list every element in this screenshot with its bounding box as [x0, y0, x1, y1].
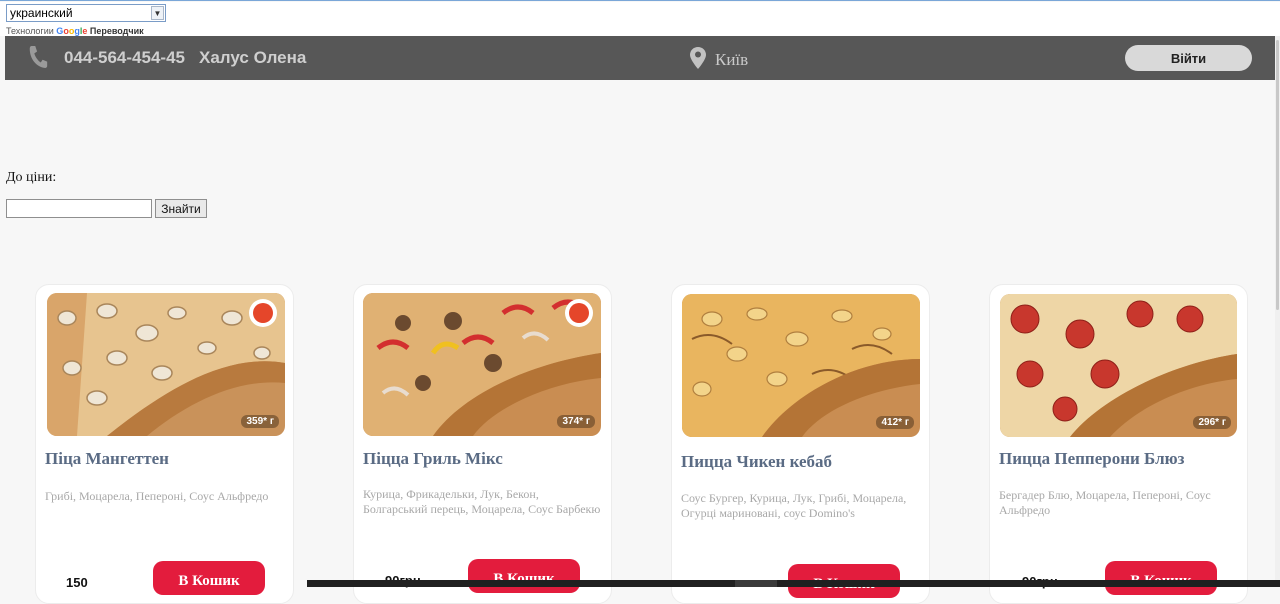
- promo-badge-icon: [249, 299, 277, 327]
- city-selector[interactable]: Київ: [715, 50, 748, 70]
- product-description: Бергадер Блю, Моцарела, Пепероні, Соус А…: [999, 488, 1211, 517]
- product-title[interactable]: Піца Мангеттен: [45, 449, 169, 469]
- price-filter-input[interactable]: [6, 199, 152, 218]
- product-description: Грибі, Моцарела, Пепероні, Соус Альфредо: [45, 489, 269, 503]
- weight-badge: 374* г: [557, 415, 595, 428]
- promo-badge-icon: [565, 299, 593, 327]
- taskbar-app[interactable]: [735, 580, 777, 587]
- powered-prefix: Технологии: [6, 26, 54, 36]
- add-to-cart-button[interactable]: В Кошик: [1105, 561, 1217, 595]
- product-title[interactable]: Пицца Чикен кебаб: [681, 452, 832, 472]
- product-card: 359* г Піца Мангеттен Грибі, Моцарела, П…: [35, 284, 294, 604]
- weight-badge: 296* г: [1193, 416, 1231, 429]
- dropdown-arrow-icon[interactable]: ▼: [151, 6, 164, 20]
- product-card: 296* г Пицца Пепперони Блюз Бергадер Блю…: [989, 284, 1248, 604]
- location-pin-icon: [690, 47, 706, 69]
- price-filter-label: До ціни:: [6, 170, 57, 185]
- login-button[interactable]: Війти: [1125, 45, 1252, 71]
- add-to-cart-button[interactable]: В Кошик: [153, 561, 265, 595]
- phone-icon: [29, 46, 48, 68]
- product-image[interactable]: 412* г: [682, 294, 920, 437]
- weight-badge: 359* г: [241, 415, 279, 428]
- product-description: Курица, Фрикадельки, Лук, Бекон, Болгарс…: [363, 487, 601, 516]
- language-select-value: украинский: [10, 6, 73, 20]
- translator-label: Переводчик: [89, 26, 144, 36]
- powered-by-google-translate[interactable]: Технологии Google Переводчик: [6, 26, 144, 36]
- add-to-cart-button[interactable]: В Кошик: [468, 559, 580, 593]
- product-image[interactable]: 374* г: [363, 293, 601, 436]
- weight-badge: 412* г: [876, 416, 914, 429]
- product-description: Соус Бургер, Курица, Лук, Грибі, Моцарел…: [681, 491, 907, 520]
- google-translate-bar: украинский ▼ Технологии Google Переводчи…: [0, 2, 1280, 36]
- product-image[interactable]: 359* г: [47, 293, 285, 436]
- language-select[interactable]: украинский ▼: [6, 4, 166, 22]
- os-taskbar: [307, 580, 1280, 587]
- product-price: 150: [66, 575, 88, 590]
- user-name: Халус Олена: [199, 48, 307, 67]
- product-image[interactable]: 296* г: [1000, 294, 1237, 437]
- product-card: 374* г Піцца Гриль Мікс Курица, Фрикадел…: [353, 284, 612, 604]
- product-card: 412* г Пицца Чикен кебаб Соус Бургер, Ку…: [671, 284, 930, 604]
- search-button[interactable]: Знайти: [155, 199, 207, 218]
- product-title[interactable]: Піцца Гриль Мікс: [363, 449, 503, 469]
- phone-number[interactable]: 044-564-454-45: [64, 48, 185, 68]
- scrollbar-thumb[interactable]: [1276, 40, 1279, 310]
- product-title[interactable]: Пицца Пепперони Блюз: [999, 449, 1184, 469]
- window-top-border: [0, 0, 1280, 1]
- google-logo: Google: [56, 26, 88, 36]
- site-header: 044-564-454-45 Халус Олена Київ Війти: [5, 36, 1276, 80]
